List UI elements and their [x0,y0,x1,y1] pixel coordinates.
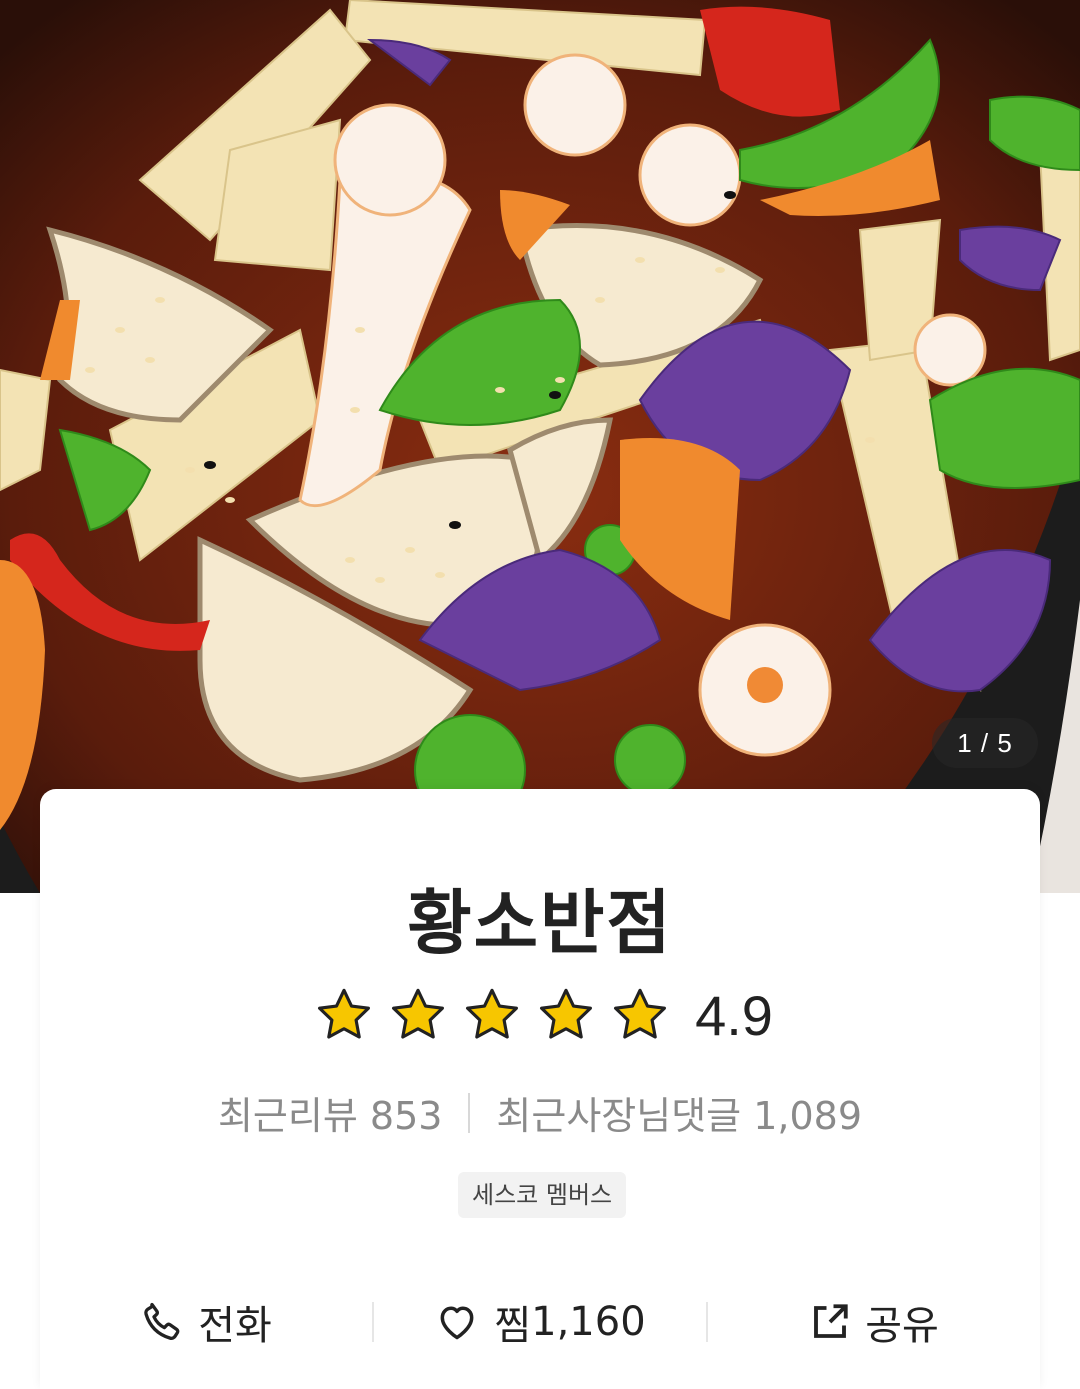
food-photo-illustration [0,0,1080,893]
recent-reviews-link[interactable]: 최근리뷰 853 [218,1085,442,1140]
star-icon [466,988,519,1039]
action-bar: 전화 찜 1,160 공유 [40,1289,1040,1355]
call-label: 전화 [198,1303,272,1349]
star-icon [318,988,371,1039]
share-icon [814,1304,848,1338]
food-photo[interactable]: 1 / 5 [0,0,1080,893]
heart-icon [440,1306,474,1340]
share-label: 공유 [865,1303,939,1349]
rating-value: 4.9 [695,983,773,1047]
cesco-members-badge: 세스코 멤버스 [458,1172,627,1218]
call-button[interactable]: 전화 [40,1293,372,1351]
like-count: 1,160 [531,1299,646,1345]
rating-row: 4.9 [40,983,1040,1047]
owner-comments-link[interactable]: 최근사장님댓글 1,089 [496,1085,862,1140]
star-icon [392,988,445,1039]
star-icon [540,988,593,1039]
gallery-page-indicator: 1 / 5 [932,718,1038,768]
phone-icon [144,1302,180,1340]
stats-divider [468,1092,471,1133]
share-button[interactable]: 공유 [708,1293,1040,1351]
like-label: 찜 [494,1303,532,1349]
like-button[interactable]: 찜 1,160 [374,1293,706,1351]
review-stats: 최근리뷰 853 최근사장님댓글 1,089 [40,1085,1040,1140]
restaurant-info-card: 황소반점 4.9 최근리뷰 853 최근사장님댓글 1,089 세스코 멤버스 … [40,789,1040,1389]
star-icon [614,988,667,1039]
restaurant-name: 황소반점 [407,882,673,964]
